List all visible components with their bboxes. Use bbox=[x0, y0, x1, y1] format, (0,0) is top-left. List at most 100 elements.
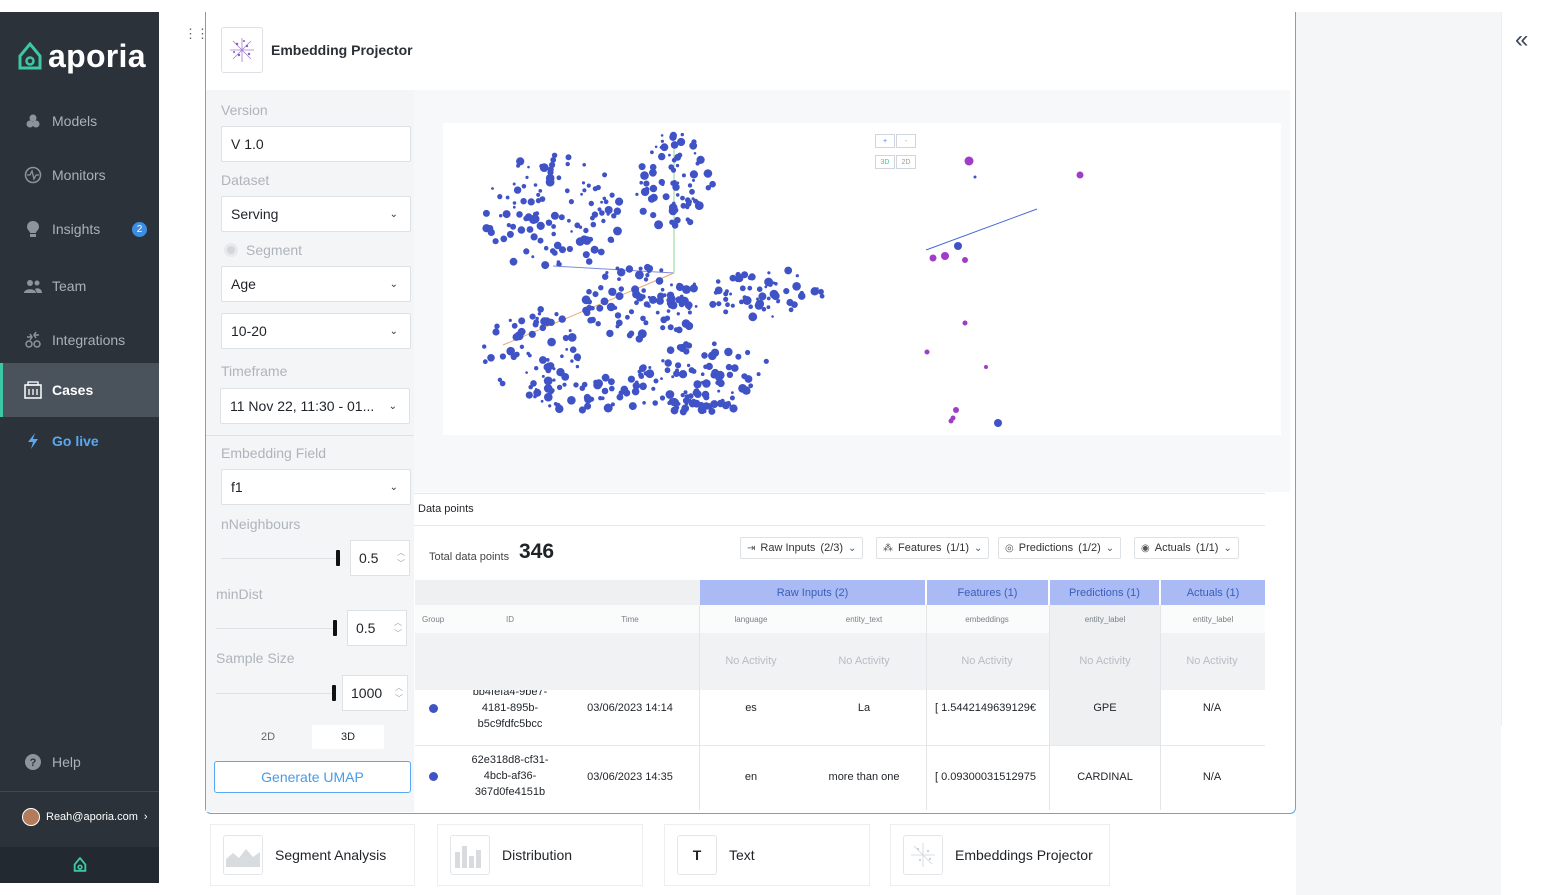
sidebar-item-help[interactable]: ? Help bbox=[0, 735, 159, 789]
embedding-point[interactable] bbox=[689, 188, 695, 195]
embedding-point[interactable] bbox=[717, 389, 721, 393]
embedding-point[interactable] bbox=[575, 356, 581, 362]
embedding-point[interactable] bbox=[602, 196, 607, 201]
embedding-point[interactable] bbox=[567, 396, 576, 405]
embedding-point[interactable] bbox=[635, 192, 639, 196]
embedding-point[interactable] bbox=[499, 214, 503, 218]
embedding-point[interactable] bbox=[514, 351, 520, 358]
embedding-point[interactable] bbox=[639, 382, 647, 391]
embedding-point[interactable] bbox=[557, 262, 562, 267]
embedding-point[interactable] bbox=[649, 168, 657, 177]
embedding-point[interactable] bbox=[508, 318, 512, 322]
embedding-point[interactable] bbox=[601, 387, 609, 395]
embedding-point[interactable] bbox=[581, 181, 586, 185]
embedding-point[interactable] bbox=[594, 379, 603, 388]
embedding-point[interactable] bbox=[492, 328, 500, 336]
embedding-point[interactable] bbox=[547, 166, 554, 173]
embedding-point[interactable] bbox=[511, 322, 518, 329]
embedding-point[interactable] bbox=[744, 388, 751, 395]
embedding-point[interactable] bbox=[676, 402, 681, 406]
embedding-point[interactable] bbox=[615, 324, 620, 329]
embedding-point[interactable] bbox=[510, 223, 517, 230]
embedding-point[interactable] bbox=[600, 297, 609, 306]
embedding-point[interactable] bbox=[516, 157, 525, 166]
generate-umap-button[interactable]: Generate UMAP bbox=[214, 761, 411, 793]
embedding-point[interactable] bbox=[566, 245, 573, 253]
embedding-point[interactable] bbox=[530, 233, 538, 241]
embedding-point[interactable] bbox=[657, 292, 665, 300]
embedding-point[interactable] bbox=[660, 139, 664, 143]
embedding-point[interactable] bbox=[558, 248, 562, 252]
embedding-point[interactable] bbox=[500, 235, 508, 243]
embedding-point[interactable] bbox=[648, 373, 652, 378]
embedding-point[interactable] bbox=[551, 231, 556, 237]
embedding-point[interactable] bbox=[771, 291, 780, 301]
embedding-point[interactable] bbox=[691, 368, 697, 374]
embedding-point[interactable] bbox=[628, 309, 635, 315]
embedding-point[interactable] bbox=[929, 254, 937, 262]
embedding-point[interactable] bbox=[692, 282, 696, 286]
embedding-point[interactable] bbox=[583, 393, 591, 401]
embedding-point[interactable] bbox=[567, 333, 577, 342]
embedding-point[interactable] bbox=[680, 132, 684, 137]
embedding-point[interactable] bbox=[710, 348, 720, 357]
embedding-point[interactable] bbox=[677, 137, 686, 147]
embedding-point[interactable] bbox=[614, 312, 622, 319]
embedding-point[interactable] bbox=[518, 317, 526, 325]
embedding-point[interactable] bbox=[675, 362, 682, 369]
embedding-point[interactable] bbox=[552, 378, 556, 382]
embedding-point[interactable] bbox=[599, 210, 605, 216]
embedding-point[interactable] bbox=[711, 341, 717, 347]
embedding-point[interactable] bbox=[748, 312, 758, 322]
embedding-point[interactable] bbox=[729, 404, 738, 413]
embedding-point[interactable] bbox=[540, 317, 549, 326]
embedding-point[interactable] bbox=[665, 390, 675, 399]
embedding-point[interactable] bbox=[666, 309, 671, 313]
sample-size-slider-handle[interactable] bbox=[332, 685, 336, 701]
embedding-point[interactable] bbox=[567, 218, 571, 223]
embedding-point[interactable] bbox=[730, 303, 735, 308]
embedding-point[interactable] bbox=[666, 291, 675, 299]
embedding-point[interactable] bbox=[601, 373, 610, 382]
embedding-point[interactable] bbox=[528, 384, 533, 390]
embedding-point[interactable] bbox=[666, 346, 675, 354]
embedding-point[interactable] bbox=[565, 348, 569, 351]
embedding-point[interactable] bbox=[649, 184, 658, 193]
embedding-point[interactable] bbox=[643, 277, 649, 282]
embedding-point[interactable] bbox=[540, 399, 544, 403]
embedding-point[interactable] bbox=[669, 131, 677, 139]
embedding-point[interactable] bbox=[715, 373, 724, 382]
embedding-point[interactable] bbox=[580, 192, 583, 196]
embedding-point[interactable] bbox=[502, 210, 511, 219]
embedding-point[interactable] bbox=[536, 221, 545, 230]
collapse-panel-icon[interactable]: « bbox=[1515, 26, 1528, 54]
embedding-point[interactable] bbox=[611, 292, 616, 296]
embedding-point[interactable] bbox=[603, 403, 613, 413]
embedding-point[interactable] bbox=[723, 296, 729, 302]
nneighbours-input[interactable]: 0.5 ︿ ﹀ bbox=[350, 540, 410, 576]
embedding-point[interactable] bbox=[616, 393, 624, 401]
embedding-point[interactable] bbox=[687, 183, 693, 188]
embedding-point[interactable] bbox=[558, 214, 565, 221]
table-row[interactable]: bb4fefa4-9be7- 4181-895b- b5c9fdfc5bcc 0… bbox=[415, 690, 1265, 745]
embedding-point[interactable] bbox=[723, 291, 729, 297]
embedding-point[interactable] bbox=[638, 364, 647, 373]
sidebar-item-models[interactable]: Models bbox=[0, 94, 159, 148]
embedding-point[interactable] bbox=[525, 175, 529, 179]
embedding-point[interactable] bbox=[650, 212, 657, 219]
embedding-point[interactable] bbox=[606, 329, 614, 338]
embedding-point[interactable] bbox=[549, 340, 555, 346]
embedding-point[interactable] bbox=[693, 152, 697, 155]
raw-inputs-filter[interactable]: ⇥ Raw Inputs (2/3) ⌄ bbox=[740, 537, 864, 559]
embedding-point[interactable] bbox=[670, 406, 679, 415]
embedding-point[interactable] bbox=[545, 358, 550, 362]
embedding-point[interactable] bbox=[954, 242, 962, 250]
embedding-point[interactable] bbox=[613, 226, 622, 236]
embedding-point[interactable] bbox=[548, 404, 552, 408]
embedding-point[interactable] bbox=[646, 265, 654, 272]
actuals-filter[interactable]: ◉ Actuals (1/1) ⌄ bbox=[1134, 537, 1239, 559]
embedding-point[interactable] bbox=[731, 364, 739, 372]
embedding-point[interactable] bbox=[539, 324, 547, 332]
embedding-point[interactable] bbox=[647, 304, 651, 308]
embedding-point[interactable] bbox=[630, 403, 637, 410]
